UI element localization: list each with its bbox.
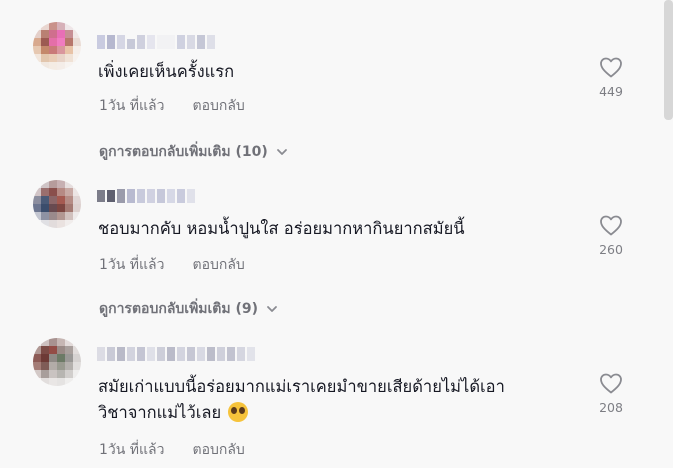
- like-button[interactable]: 208: [594, 372, 628, 415]
- comment-text-line2: วิชาจากแม่ไว้เลย: [98, 403, 222, 422]
- like-count: 449: [599, 84, 623, 99]
- comment-text: ชอบมากคับ หอมน้ำปูนใส อร่อยมากหากินยากสม…: [98, 219, 465, 238]
- reply-button[interactable]: ตอบกลับ: [192, 257, 244, 273]
- scrollbar[interactable]: [664, 0, 673, 120]
- view-more-replies-label: ดูการตอบกลับเพิ่มเติม (10): [99, 144, 268, 160]
- like-count: 260: [599, 242, 623, 257]
- comment-meta: 1วัน ที่แล้ว ตอบกลับ: [99, 95, 245, 117]
- avatar[interactable]: [33, 22, 81, 70]
- avatar[interactable]: [33, 338, 81, 386]
- heart-outline-icon: [600, 57, 622, 78]
- comment-text: เพิ่งเคยเห็นครั้งแรก: [98, 62, 235, 81]
- view-more-replies[interactable]: ดูการตอบกลับเพิ่มเติม (9): [99, 298, 278, 320]
- reply-button[interactable]: ตอบกลับ: [192, 98, 244, 114]
- like-button[interactable]: 260: [594, 214, 628, 257]
- comment-meta: 1วัน ที่แล้ว ตอบกลับ: [99, 254, 245, 276]
- comment-text-line1: สมัยเก่าแบบนี้อร่อยมากแม่เราเคยมำขายเสีย…: [98, 377, 505, 396]
- timestamp: 1วัน ที่แล้ว: [99, 98, 165, 114]
- chevron-down-icon: [276, 149, 287, 155]
- heart-outline-icon: [600, 373, 622, 394]
- avatar[interactable]: [33, 180, 81, 228]
- chevron-down-icon: [267, 306, 277, 312]
- view-more-replies[interactable]: ดูการตอบกลับเพิ่มเติม (10): [99, 141, 288, 163]
- username-blurred[interactable]: [97, 188, 195, 204]
- comment-meta: 1วัน ที่แล้ว ตอบกลับ: [99, 439, 245, 461]
- timestamp: 1วัน ที่แล้ว: [99, 442, 165, 458]
- like-button[interactable]: 449: [594, 56, 628, 99]
- username-blurred[interactable]: [97, 34, 215, 50]
- reply-button[interactable]: ตอบกลับ: [192, 442, 244, 458]
- pleading-face-emoji: [228, 402, 249, 422]
- comment-text: สมัยเก่าแบบนี้อร่อยมากแม่เราเคยมำขายเสีย…: [98, 374, 588, 426]
- like-count: 208: [599, 400, 623, 415]
- view-more-replies-label: ดูการตอบกลับเพิ่มเติม (9): [99, 301, 259, 317]
- timestamp: 1วัน ที่แล้ว: [99, 257, 165, 273]
- username-blurred[interactable]: [97, 346, 255, 362]
- heart-outline-icon: [600, 215, 622, 236]
